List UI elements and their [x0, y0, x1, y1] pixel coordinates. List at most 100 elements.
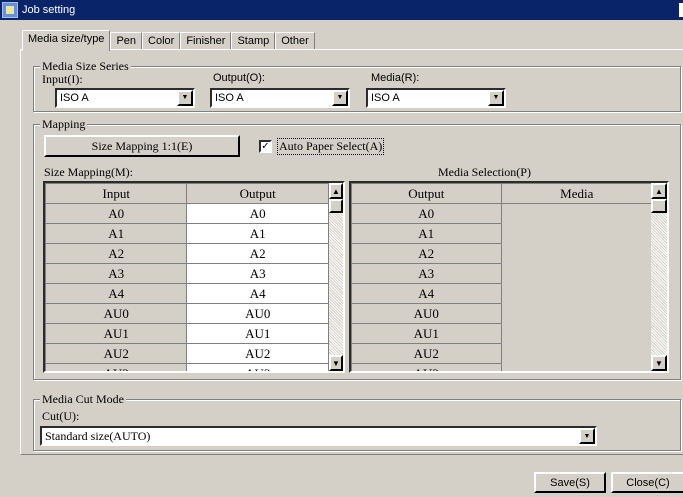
- media-cell[interactable]: [501, 223, 653, 244]
- size-mapping-grid[interactable]: Input Output A0 A0 A1 A1 A2 A2 A3 A3 A4 A4 AU…: [43, 181, 345, 373]
- input-cell: A3: [45, 263, 188, 284]
- chevron-down-icon[interactable]: ▼: [177, 90, 193, 106]
- media-select[interactable]: ISO A ▼: [366, 88, 506, 108]
- media-cell[interactable]: [501, 303, 653, 324]
- title-bar: Job setting: [0, 0, 683, 20]
- save-button-label: Save(S): [550, 476, 590, 489]
- tab-pen[interactable]: Pen: [110, 32, 143, 50]
- media-cell[interactable]: [501, 283, 653, 304]
- output-cell[interactable]: AU3: [186, 363, 329, 371]
- scroll-up-icon[interactable]: ▲: [329, 183, 343, 199]
- size-mapping-header-output: Output: [186, 183, 329, 204]
- media-selection-header-output: Output: [351, 183, 502, 204]
- close-button[interactable]: Close(C): [611, 472, 683, 493]
- table-row[interactable]: AU2 AU2: [45, 343, 329, 364]
- table-row[interactable]: AU1 AU1: [45, 323, 329, 344]
- chevron-down-icon[interactable]: ▼: [488, 90, 504, 106]
- scroll-down-icon[interactable]: ▼: [329, 355, 343, 371]
- media-cell[interactable]: [501, 343, 653, 364]
- table-row[interactable]: A2: [351, 243, 653, 264]
- media-select-value: ISO A: [371, 92, 400, 104]
- output-cell[interactable]: A0: [186, 203, 329, 224]
- media-selection-scrollbar[interactable]: ▲ ▼: [651, 183, 667, 371]
- output-label: Output(O):: [213, 72, 265, 84]
- table-row[interactable]: AU1: [351, 323, 653, 344]
- tab-stamp[interactable]: Stamp: [231, 32, 276, 50]
- table-row[interactable]: AU0 AU0: [45, 303, 329, 324]
- size-mapping-label: Size Mapping(M):: [44, 165, 133, 179]
- media-cell[interactable]: [501, 263, 653, 284]
- media-cell[interactable]: [501, 203, 653, 224]
- app-icon: [2, 2, 18, 18]
- tab-media-size-type[interactable]: Media size/type: [22, 30, 111, 51]
- chevron-down-icon[interactable]: ▼: [579, 428, 595, 444]
- media-cut-mode-label: Media Cut Mode: [40, 392, 126, 406]
- input-cell: AU2: [45, 343, 188, 364]
- save-button[interactable]: Save(S): [534, 472, 606, 493]
- scroll-down-icon[interactable]: ▼: [651, 355, 667, 371]
- output-cell[interactable]: A3: [186, 263, 329, 284]
- table-row[interactable]: AU3: [351, 363, 653, 371]
- output-cell: A4: [351, 283, 502, 304]
- output-cell: A2: [351, 243, 502, 264]
- size-mapping-button[interactable]: Size Mapping 1:1(E): [44, 135, 240, 157]
- auto-paper-select-checkbox[interactable]: ✓: [259, 140, 272, 153]
- tab-finisher[interactable]: Finisher: [180, 32, 232, 50]
- table-row[interactable]: A0 A0: [45, 203, 329, 224]
- output-cell[interactable]: AU1: [186, 323, 329, 344]
- table-row[interactable]: A1: [351, 223, 653, 244]
- output-cell: AU2: [351, 343, 502, 364]
- table-row[interactable]: AU3 AU3: [45, 363, 329, 371]
- media-cell[interactable]: [501, 363, 653, 371]
- output-cell[interactable]: A4: [186, 283, 329, 304]
- input-cell: A2: [45, 243, 188, 264]
- size-mapping-scrollbar[interactable]: ▲ ▼: [329, 183, 343, 371]
- chevron-down-icon[interactable]: ▼: [332, 90, 348, 106]
- media-cell[interactable]: [501, 323, 653, 344]
- tab-strip: Media size/type Pen Color Finisher Stamp…: [22, 30, 315, 51]
- scroll-up-icon[interactable]: ▲: [651, 183, 667, 199]
- input-cell: A4: [45, 283, 188, 304]
- size-mapping-header-input: Input: [45, 183, 188, 204]
- tab-color[interactable]: Color: [142, 32, 181, 50]
- mapping-label: Mapping: [40, 117, 88, 131]
- input-cell: AU3: [45, 363, 188, 371]
- input-select[interactable]: ISO A ▼: [55, 88, 195, 108]
- cut-label: Cut(U):: [42, 409, 80, 423]
- output-cell: A1: [351, 223, 502, 244]
- output-cell[interactable]: AU0: [186, 303, 329, 324]
- output-cell[interactable]: AU2: [186, 343, 329, 364]
- scroll-thumb[interactable]: [651, 199, 667, 213]
- table-row[interactable]: AU2: [351, 343, 653, 364]
- table-row[interactable]: AU0: [351, 303, 653, 324]
- media-cell[interactable]: [501, 243, 653, 264]
- title-bar-edge: [679, 3, 683, 17]
- media-size-series-label: Media Size Series: [40, 59, 131, 73]
- output-select[interactable]: ISO A ▼: [210, 88, 350, 108]
- input-cell: AU1: [45, 323, 188, 344]
- cut-select[interactable]: Standard size(AUTO) ▼: [40, 426, 597, 446]
- table-row[interactable]: A2 A2: [45, 243, 329, 264]
- media-selection-header-media: Media: [500, 183, 653, 204]
- table-row[interactable]: A4 A4: [45, 283, 329, 304]
- table-row[interactable]: A0: [351, 203, 653, 224]
- table-row[interactable]: A3: [351, 263, 653, 284]
- table-row[interactable]: A4: [351, 283, 653, 304]
- cut-select-value: Standard size(AUTO): [45, 429, 151, 443]
- close-button-label: Close(C): [626, 476, 670, 489]
- input-cell: A0: [45, 203, 188, 224]
- input-label: Input(I):: [42, 72, 83, 86]
- output-cell[interactable]: A2: [186, 243, 329, 264]
- window-title: Job setting: [22, 4, 76, 16]
- auto-paper-select[interactable]: ✓ Auto Paper Select(A): [259, 138, 385, 155]
- tab-other[interactable]: Other: [275, 32, 315, 50]
- table-row[interactable]: A3 A3: [45, 263, 329, 284]
- media-selection-grid[interactable]: Output Media A0 A1 A2 A3 A4 AU0 AU1 AU2 …: [349, 181, 669, 373]
- media-label: Media(R):: [371, 72, 420, 84]
- output-select-value: ISO A: [215, 92, 244, 104]
- output-cell: AU1: [351, 323, 502, 344]
- output-cell[interactable]: A1: [186, 223, 329, 244]
- scroll-thumb[interactable]: [329, 199, 343, 213]
- table-row[interactable]: A1 A1: [45, 223, 329, 244]
- output-cell: A3: [351, 263, 502, 284]
